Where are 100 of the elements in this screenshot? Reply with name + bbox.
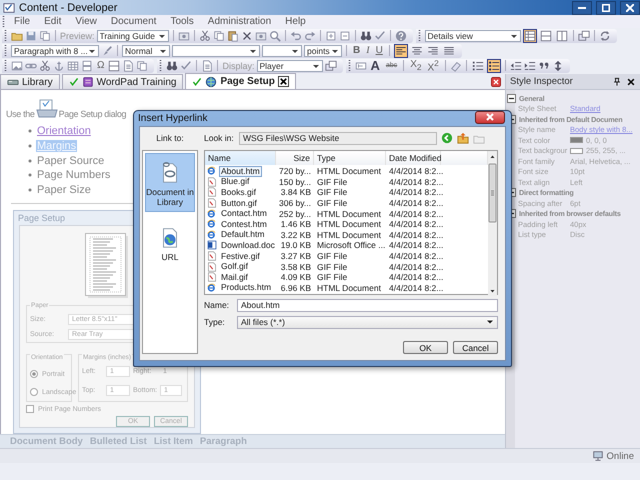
plus-icon[interactable]	[324, 30, 337, 42]
form-icon[interactable]	[354, 60, 366, 72]
menu-item[interactable]: File	[7, 16, 38, 27]
document-tab[interactable]: WordPad Training	[62, 74, 184, 89]
column-header[interactable]: Date Modified	[386, 150, 441, 164]
scissors-icon[interactable]	[198, 30, 211, 42]
anchor-icon[interactable]	[53, 60, 65, 72]
windows-icon[interactable]	[324, 60, 336, 72]
collapse-icon[interactable]	[507, 94, 516, 103]
rows-button[interactable]	[538, 28, 553, 42]
page-icon[interactable]	[201, 60, 214, 72]
columns-button[interactable]	[554, 28, 569, 42]
font-style-dropdown[interactable]: Normal	[122, 44, 170, 56]
grip-icon[interactable]	[159, 60, 162, 72]
units-dropdown[interactable]: points	[304, 44, 342, 56]
grip-icon[interactable]	[4, 30, 7, 42]
preview-dropdown[interactable]: Training Guide	[96, 30, 169, 42]
bulleted-list-button[interactable]	[486, 58, 501, 72]
column-header[interactable]: Size	[276, 150, 314, 164]
camera-icon[interactable]	[178, 30, 190, 42]
special-character-button[interactable]: Ω	[95, 60, 106, 72]
file-name[interactable]: Contact.htm	[219, 208, 269, 220]
name-field[interactable]: About.htm	[237, 298, 498, 312]
menu-item[interactable]: Edit	[37, 16, 68, 27]
copy-icon[interactable]	[136, 60, 148, 72]
list-item[interactable]: Document in Library	[145, 153, 195, 212]
checkmark-icon[interactable]	[374, 30, 386, 42]
image-icon[interactable]	[11, 60, 23, 72]
numbered-list-button[interactable]	[470, 58, 485, 72]
format-button[interactable]: A	[368, 60, 382, 72]
brush-icon[interactable]	[101, 44, 113, 56]
format-button[interactable]: X$^{2}$	[426, 56, 441, 74]
file-name[interactable]: Golf.gif	[219, 261, 250, 272]
binoculars-icon[interactable]	[360, 30, 372, 42]
format-button[interactable]: I	[364, 44, 372, 56]
close-icon[interactable]	[491, 76, 501, 86]
file-name[interactable]: Contest.htm	[219, 218, 269, 230]
back-icon[interactable]	[441, 132, 453, 144]
file-name[interactable]: Button.gif	[219, 198, 259, 209]
indent-icon[interactable]	[524, 60, 536, 72]
copy-icon[interactable]	[212, 30, 225, 42]
list-item[interactable]: URL	[145, 218, 195, 267]
redo-icon[interactable]	[304, 30, 316, 42]
quote-icon[interactable]	[538, 60, 550, 72]
size-dropdown[interactable]	[262, 44, 302, 56]
close-icon[interactable]	[278, 76, 289, 87]
menu-item[interactable]: Tools	[163, 16, 201, 27]
table-icon[interactable]	[67, 60, 79, 72]
close-button[interactable]	[620, 0, 640, 14]
grip-icon[interactable]	[418, 30, 421, 42]
up-down-arrows-icon[interactable]	[552, 60, 564, 72]
windows-icon[interactable]	[578, 30, 590, 42]
menu-item[interactable]: View	[68, 16, 104, 27]
style-dropdown[interactable]: Paragraph with 8 ...	[11, 44, 99, 56]
paste-icon[interactable]	[226, 30, 239, 42]
rows-icon[interactable]	[108, 60, 120, 72]
frame-icon[interactable]	[81, 60, 93, 72]
pin-icon[interactable]	[612, 76, 622, 86]
file-name[interactable]: Download.doc	[219, 240, 277, 251]
scrollbar[interactable]	[488, 151, 497, 296]
copy-icon[interactable]	[39, 30, 51, 42]
dialog-button[interactable]: Cancel	[453, 341, 498, 354]
file-name[interactable]: Festive.gif	[219, 250, 262, 262]
grip-icon[interactable]	[4, 60, 7, 72]
binoculars-icon[interactable]	[166, 60, 178, 72]
format-button[interactable]: X$_{2}$	[408, 58, 424, 72]
undo-icon[interactable]	[290, 30, 302, 42]
close-button[interactable]	[475, 110, 505, 124]
column-header[interactable]: Type	[314, 150, 386, 164]
type-dropdown[interactable]: All files (*.*)	[237, 316, 498, 328]
align-left-button[interactable]	[394, 44, 408, 58]
grid-button[interactable]	[522, 28, 537, 42]
menu-item[interactable]: Help	[278, 16, 313, 27]
camera-icon[interactable]	[254, 30, 267, 42]
file-name[interactable]: Blue.gif	[219, 176, 252, 188]
grip-icon[interactable]	[348, 60, 350, 72]
file-name[interactable]: Default.htm	[219, 229, 266, 240]
file-name[interactable]: Books.gif	[219, 186, 258, 198]
refresh-icon[interactable]	[598, 30, 611, 42]
page-icon[interactable]	[122, 60, 134, 72]
grip-icon[interactable]	[2, 16, 5, 28]
magnifier-icon[interactable]	[268, 30, 281, 42]
close-icon[interactable]	[626, 76, 636, 86]
file-name[interactable]: About.htm	[219, 166, 262, 177]
minimize-button[interactable]	[572, 0, 592, 14]
menu-item[interactable]: Document	[104, 16, 164, 27]
dialog-button[interactable]: OK	[403, 341, 448, 354]
minus-icon[interactable]	[338, 30, 351, 42]
checkmark-icon[interactable]	[180, 60, 192, 72]
delete-icon[interactable]	[240, 30, 253, 42]
column-header[interactable]: Name	[205, 150, 276, 164]
outdent-icon[interactable]	[510, 60, 522, 72]
maximize-button[interactable]	[596, 0, 616, 14]
document-tab[interactable]: Library	[0, 74, 60, 89]
menu-item[interactable]: Administration	[200, 16, 278, 27]
format-button[interactable]: U	[374, 44, 385, 56]
file-name[interactable]: Mail.gif	[219, 272, 250, 283]
grip-icon[interactable]	[4, 44, 7, 56]
display-dropdown[interactable]: Player	[256, 60, 322, 72]
file-name[interactable]: Products.htm	[219, 282, 274, 294]
